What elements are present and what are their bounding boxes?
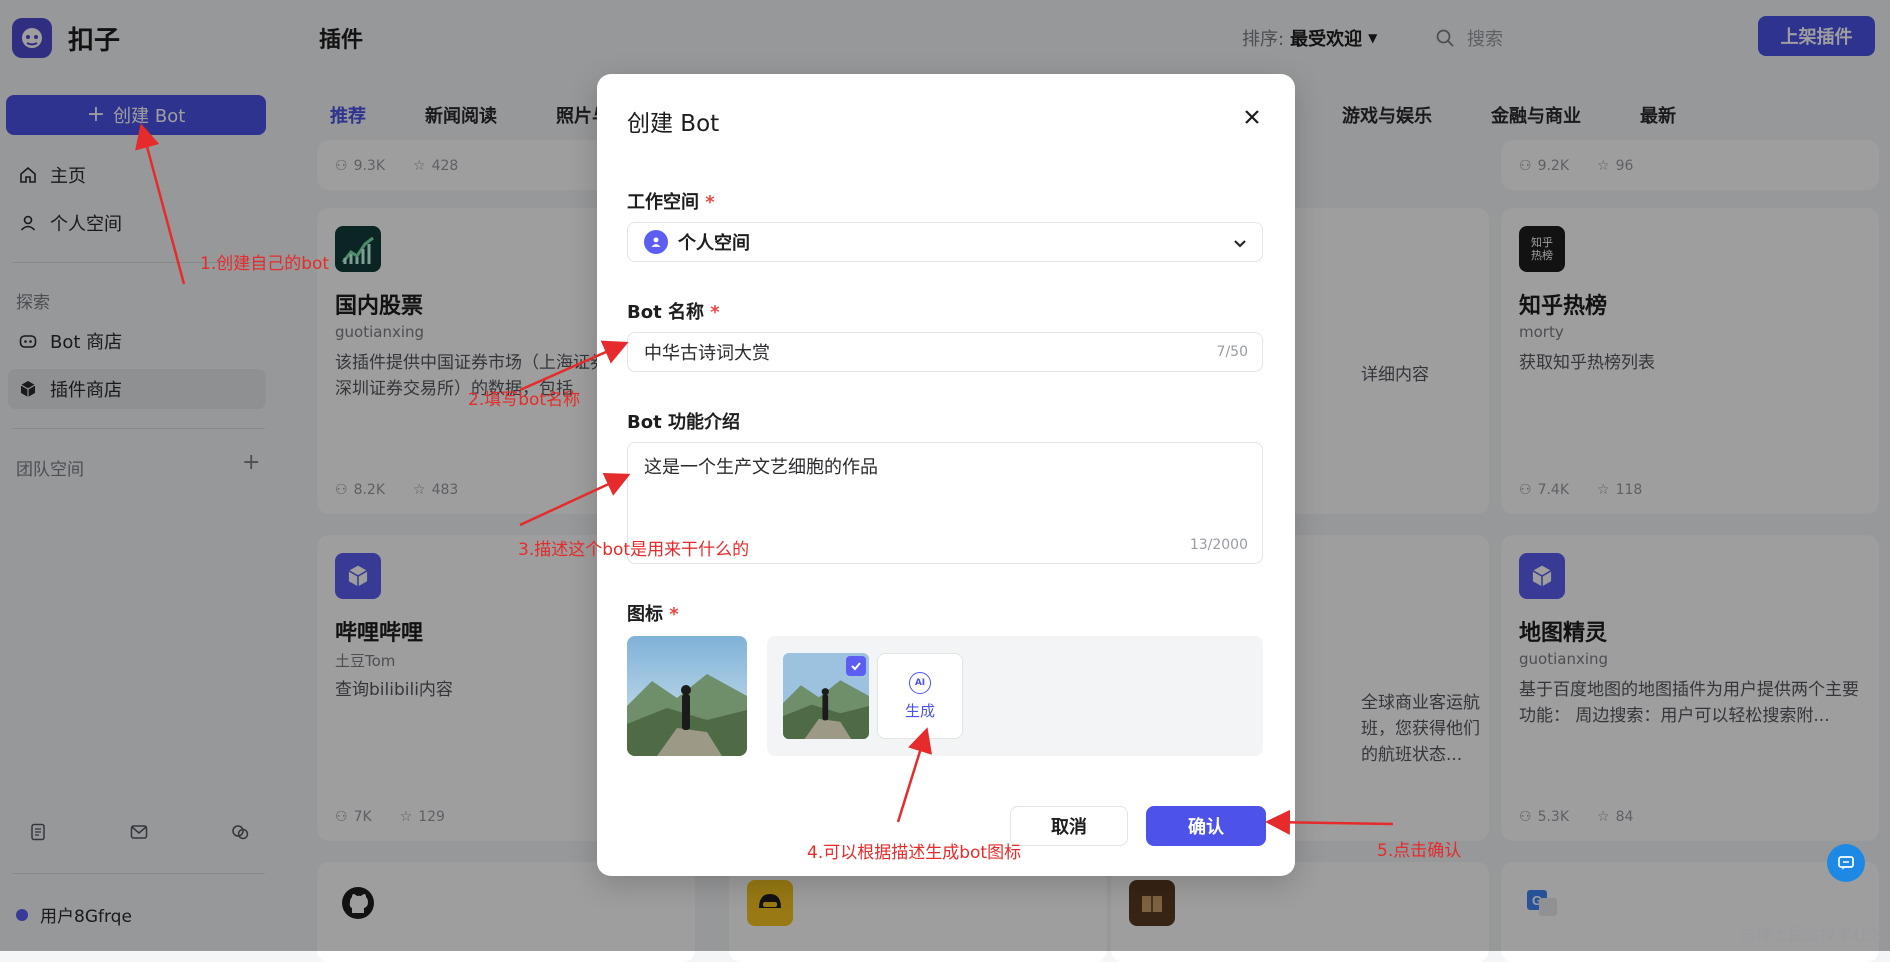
bot-description-label: Bot 功能介绍 <box>627 412 740 433</box>
bot-name-value: 中华古诗词大赏 <box>644 343 770 364</box>
checkmark-icon <box>846 656 866 676</box>
create-bot-dialog: 创建 Bot 工作空间 * 个人空间 Bot 名称 * 中华古诗词大赏 7/50… <box>597 74 1295 876</box>
annotation-step-3: 3.描述这个bot是用来干什么的 <box>518 540 750 560</box>
annotation-step-1: 1.创建自己的bot <box>200 254 330 274</box>
annotation-step-2: 2.填写bot名称 <box>468 390 581 410</box>
chat-icon <box>1838 856 1854 870</box>
name-char-counter: 7/50 <box>1216 344 1248 360</box>
icon-label: 图标 * <box>627 604 679 625</box>
generate-icon-button[interactable]: AI 生成 <box>877 653 963 739</box>
bot-name-label: Bot 名称 * <box>627 302 720 323</box>
cancel-button[interactable]: 取消 <box>1010 806 1128 846</box>
annotation-step-4: 4.可以根据描述生成bot图标 <box>807 843 1022 863</box>
personal-space-icon <box>644 230 668 254</box>
workspace-value: 个人空间 <box>678 233 750 254</box>
chevron-down-icon <box>1234 240 1246 248</box>
icon-option-selected[interactable] <box>783 653 869 739</box>
annotation-step-5: 5.点击确认 <box>1377 841 1462 861</box>
close-icon[interactable] <box>1239 104 1265 130</box>
dialog-title: 创建 Bot <box>627 111 720 137</box>
required-mark: * <box>669 604 679 625</box>
workspace-select[interactable]: 个人空间 <box>627 222 1263 262</box>
description-char-counter: 13/2000 <box>1189 537 1248 553</box>
ai-icon: AI <box>909 671 931 694</box>
workspace-label: 工作空间 * <box>627 192 715 213</box>
icon-options-panel: AI 生成 <box>767 636 1263 756</box>
bot-description-value: 这是一个生产文艺细胞的作品 <box>644 457 878 478</box>
watermark: @稀土掘金技术社区 <box>1739 925 1884 944</box>
chat-support-button[interactable] <box>1827 844 1865 882</box>
required-mark: * <box>710 302 720 323</box>
bot-name-input[interactable]: 中华古诗词大赏 7/50 <box>627 332 1263 372</box>
confirm-button[interactable]: 确认 <box>1146 806 1266 846</box>
bot-icon-preview <box>627 636 747 756</box>
generate-label: 生成 <box>904 701 935 720</box>
required-mark: * <box>705 192 715 213</box>
